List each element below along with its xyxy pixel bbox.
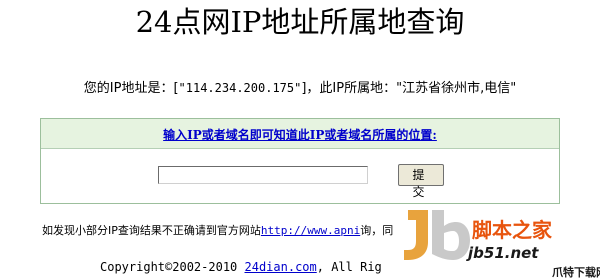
page-title: 24点网IP地址所属地查询 bbox=[135, 5, 465, 39]
jb51-logo-icon bbox=[404, 210, 470, 260]
ip-address-value: "114.234.200.175" bbox=[178, 81, 302, 95]
query-form: 提 交 bbox=[41, 164, 561, 199]
watermark: 脚本之家 jb51.net 爪特下载网 bbox=[402, 206, 600, 280]
watermark-site-name: 脚本之家 bbox=[472, 218, 552, 242]
copyright-line: Copyright©2002-2010 24dian.com, All Rig bbox=[100, 259, 382, 275]
ip-info-middle: ]，此IP所属地： bbox=[301, 81, 397, 96]
notice-line: 如发现小部分IP查询结果不正确请到官方网站http://www.apni询，同 bbox=[42, 223, 393, 239]
notice-text: 如发现小部分IP查询结果不正确请到官方网站 bbox=[42, 224, 261, 237]
official-site-link[interactable]: http://www.apni bbox=[261, 224, 360, 237]
ip-info-line: 您的IP地址是：["114.234.200.175"]，此IP所属地："江苏省徐… bbox=[0, 79, 600, 98]
query-instruction-link[interactable]: 输入IP或者域名即可知道此IP或者域名所属的位置: bbox=[163, 128, 437, 142]
watermark-brand: 爪特下载网 bbox=[552, 266, 600, 279]
site-link[interactable]: 24dian.com bbox=[245, 260, 317, 274]
ip-location-value: "江苏省徐州市,电信" bbox=[396, 81, 517, 96]
query-panel: 输入IP或者域名即可知道此IP或者域名所属的位置: 提 交 bbox=[40, 118, 560, 204]
ip-info-prefix: 您的IP地址是：[ bbox=[83, 81, 179, 96]
copyright-text: Copyright©2002-2010 bbox=[100, 260, 245, 274]
submit-button[interactable]: 提 交 bbox=[397, 164, 444, 199]
notice-suffix: 询，同 bbox=[360, 224, 394, 237]
query-panel-header: 输入IP或者域名即可知道此IP或者域名所属的位置: bbox=[41, 119, 559, 149]
ip-domain-input[interactable] bbox=[158, 166, 369, 184]
rights-text: , All Rig bbox=[316, 260, 382, 274]
watermark-domain: jb51.net bbox=[468, 244, 539, 262]
